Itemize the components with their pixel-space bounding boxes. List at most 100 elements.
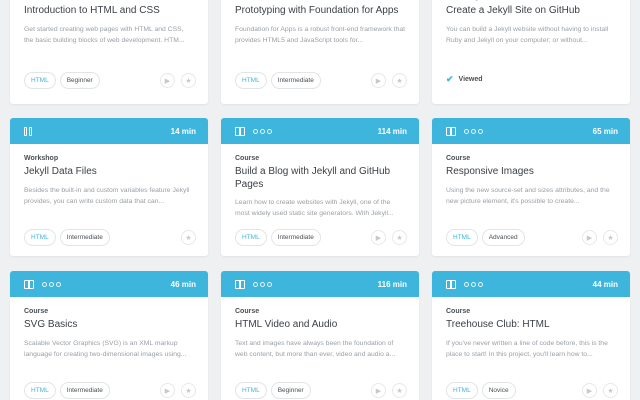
topic-tag[interactable]: HTML	[24, 72, 56, 89]
content-type: Course	[446, 155, 471, 162]
star-icon[interactable]: ★	[392, 383, 407, 398]
viewed-label: Viewed	[458, 76, 483, 83]
card-header-bar: 46 min	[10, 271, 208, 297]
card-footer: HTML Intermediate ★	[24, 229, 196, 246]
card-description: You can build a Jekyll website without h…	[446, 26, 609, 44]
star-icon[interactable]: ★	[392, 230, 407, 245]
card-title[interactable]: Prototyping with Foundation for Apps	[235, 4, 405, 17]
topic-tag[interactable]: HTML	[446, 229, 478, 246]
content-type: Course	[235, 308, 260, 315]
course-card[interactable]: 46 min Course SVG Basics Scalable Vector…	[10, 271, 208, 400]
card-footer: HTML Beginner ▶ ★	[235, 382, 407, 399]
card-title[interactable]: Responsive Images	[446, 165, 616, 178]
card-description: Using the new source-set and sizes attri…	[446, 187, 610, 205]
content-type: Workshop	[446, 0, 616, 1]
duration: 65 min	[592, 126, 618, 136]
card-body: Course HTML Video and Audio Text and ima…	[221, 297, 419, 360]
book-icon	[235, 279, 245, 289]
card-footer: HTML Novice ▶ ★	[446, 382, 618, 399]
card-description: Foundation for Apps is a robust front-en…	[235, 26, 405, 44]
course-card[interactable]: 14 min Workshop Jekyll Data Files Beside…	[10, 118, 208, 256]
star-icon[interactable]: ★	[392, 73, 407, 88]
card-actions: ★	[181, 230, 196, 245]
book-icon	[24, 279, 34, 289]
card-description: Get started creating web pages with HTML…	[24, 26, 185, 44]
card-title[interactable]: Create a Jekyll Site on GitHub	[446, 4, 616, 17]
book-icon	[446, 279, 456, 289]
card-body: Course Responsive Images Using the new s…	[432, 144, 630, 207]
card-footer: HTML Intermediate ▶ ★	[235, 229, 407, 246]
play-icon[interactable]: ▶	[371, 383, 386, 398]
level-tag: Intermediate	[59, 229, 110, 246]
book-icon	[446, 126, 456, 136]
topic-tag[interactable]: HTML	[24, 382, 56, 399]
card-actions: ▶ ★	[582, 383, 618, 398]
card-description: Learn how to create websites with Jekyll…	[235, 199, 394, 217]
card-actions: ▶ ★	[371, 383, 407, 398]
progress-dots	[464, 281, 483, 287]
card-title[interactable]: Jekyll Data Files	[24, 165, 194, 178]
duration: 116 min	[377, 279, 407, 289]
card-description: Text and images have always been the fou…	[235, 340, 396, 358]
card-actions: ▶ ★	[371, 230, 407, 245]
card-header-bar: 44 min	[432, 271, 630, 297]
card-title[interactable]: Introduction to HTML and CSS	[24, 4, 194, 17]
content-type: Course	[24, 0, 194, 1]
level-tag: Intermediate	[59, 382, 110, 399]
progress-dots	[42, 281, 61, 287]
course-card[interactable]: 114 min Course Build a Blog with Jekyll …	[221, 118, 419, 256]
course-card[interactable]: Course Introduction to HTML and CSS Get …	[10, 0, 208, 104]
level-tag: Intermediate	[270, 229, 321, 246]
star-icon[interactable]: ★	[181, 383, 196, 398]
level-tag: Intermediate	[270, 72, 321, 89]
viewed-status: ✔ Viewed	[446, 74, 483, 85]
card-actions: ▶ ★	[371, 73, 407, 88]
star-icon[interactable]: ★	[603, 383, 618, 398]
course-card[interactable]: 116 min Course HTML Video and Audio Text…	[221, 271, 419, 400]
card-title[interactable]: HTML Video and Audio	[235, 318, 405, 331]
star-icon[interactable]: ★	[603, 230, 618, 245]
content-type: Course	[24, 308, 49, 315]
card-body: Course Introduction to HTML and CSS Get …	[10, 0, 208, 46]
play-icon[interactable]: ▶	[582, 230, 597, 245]
topic-tag[interactable]: HTML	[24, 229, 56, 246]
card-footer: HTML Intermediate ▶ ★	[235, 72, 407, 89]
course-card[interactable]: Workshop Create a Jekyll Site on GitHub …	[432, 0, 630, 104]
card-title[interactable]: Treehouse Club: HTML	[446, 318, 616, 331]
course-card[interactable]: 65 min Course Responsive Images Using th…	[432, 118, 630, 256]
course-card[interactable]: Course Prototyping with Foundation for A…	[221, 0, 419, 104]
topic-tag[interactable]: HTML	[235, 229, 267, 246]
play-icon[interactable]: ▶	[371, 230, 386, 245]
card-header-bar: 114 min	[221, 118, 419, 144]
card-description: If you've never written a line of code b…	[446, 340, 608, 358]
card-header-bar: 65 min	[432, 118, 630, 144]
card-body: Course Prototyping with Foundation for A…	[221, 0, 419, 46]
topic-tag[interactable]: HTML	[235, 72, 267, 89]
topic-tag[interactable]: HTML	[235, 382, 267, 399]
play-icon[interactable]: ▶	[160, 73, 175, 88]
course-grid: Course Introduction to HTML and CSS Get …	[0, 0, 640, 400]
card-actions: ▶ ★	[160, 383, 196, 398]
course-card[interactable]: 44 min Course Treehouse Club: HTML If yo…	[432, 271, 630, 400]
card-title[interactable]: Build a Blog with Jekyll and GitHub Page…	[235, 165, 405, 191]
card-body: Course SVG Basics Scalable Vector Graphi…	[10, 297, 208, 360]
book-icon	[235, 126, 245, 136]
content-type: Workshop	[24, 155, 59, 162]
card-header-bar: 116 min	[221, 271, 419, 297]
play-icon[interactable]: ▶	[160, 383, 175, 398]
card-body: Course Build a Blog with Jekyll and GitH…	[221, 144, 419, 219]
content-type: Course	[446, 308, 471, 315]
topic-tag[interactable]: HTML	[446, 382, 478, 399]
card-description: Besides the built-in and custom variable…	[24, 187, 190, 205]
card-title[interactable]: SVG Basics	[24, 318, 194, 331]
level-tag: Beginner	[59, 72, 100, 89]
play-icon[interactable]: ▶	[582, 383, 597, 398]
card-footer: HTML Advanced ▶ ★	[446, 229, 618, 246]
card-footer: HTML Beginner ▶ ★	[24, 72, 196, 89]
progress-dots	[253, 128, 272, 134]
level-tag: Beginner	[270, 382, 311, 399]
star-icon[interactable]: ★	[181, 73, 196, 88]
star-icon[interactable]: ★	[181, 230, 196, 245]
pause-icon	[24, 126, 32, 136]
play-icon[interactable]: ▶	[371, 73, 386, 88]
